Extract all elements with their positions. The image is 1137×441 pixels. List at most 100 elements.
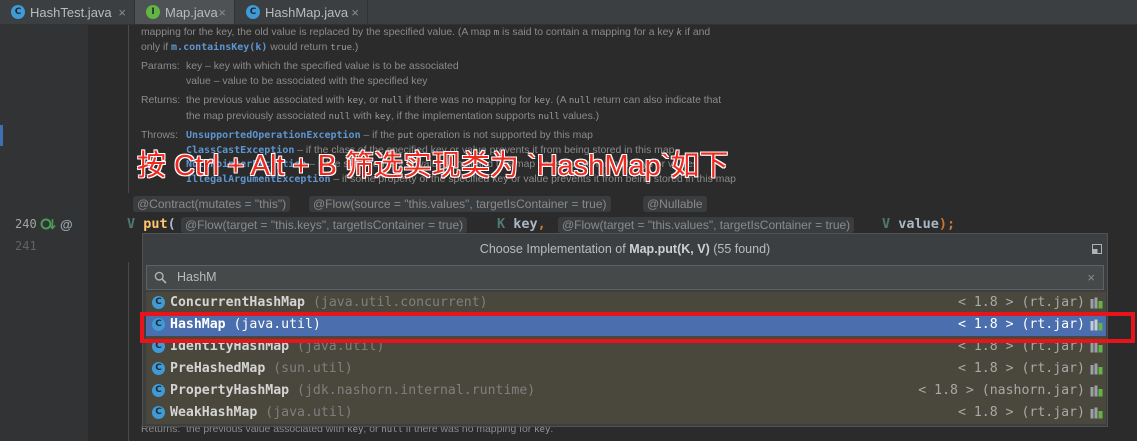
doc-text: . (A — [550, 95, 569, 106]
library-jar-icon — [1090, 363, 1103, 375]
doc-text: , if the implementation supports — [390, 111, 539, 122]
tab-label: Map.java — [165, 4, 218, 20]
annotation-icon[interactable]: @ — [60, 216, 73, 233]
package-name: (java.util.concurrent) — [312, 295, 488, 310]
doc-text: the previous value associated with — [186, 95, 348, 106]
doc-text: , or — [363, 95, 382, 106]
code-return-and-method[interactable]: V put( — [127, 216, 176, 233]
line-number: 240 — [15, 217, 37, 231]
doc-text: if and — [681, 27, 711, 38]
doc-param-value: value – value to be associated with the … — [186, 76, 428, 87]
doc-description-line: only if m.containsKey(k) would return tr… — [141, 42, 358, 54]
doc-description-line: mapping for the key, the old value is re… — [141, 27, 710, 39]
row-text: WeakHashMap (java.util) — [170, 402, 353, 424]
inlay-hint-flow-value[interactable]: @Flow(target = "this.values", targetIsCo… — [558, 217, 855, 233]
tab-label: HashMap.java — [265, 4, 349, 20]
doc-code: true — [330, 43, 352, 53]
doc-text: only if — [141, 42, 172, 53]
doc-text: if there was no mapping for — [403, 95, 535, 106]
doc-text: the map previously associated — [186, 111, 329, 122]
doc-text: with — [350, 111, 375, 122]
class-icon: C — [152, 362, 165, 375]
popup-title-count: (55 found) — [709, 242, 771, 256]
tab-label: HashTest.java — [30, 4, 112, 20]
class-name: PropertyHashMap — [170, 383, 290, 398]
class-name: ConcurrentHashMap — [170, 295, 305, 310]
doc-returns-line: the previous value associated with key, … — [186, 95, 721, 107]
implemented-icon[interactable] — [40, 217, 56, 232]
tab-map-java[interactable]: I Map.java × — [135, 0, 235, 24]
package-name: (jdk.nashorn.internal.runtime) — [297, 383, 536, 398]
inlay-hint-flow[interactable]: @Flow(source = "this.values", targetIsCo… — [309, 196, 611, 212]
doc-code: put — [397, 131, 414, 141]
popup-title-prefix: Choose Implementation of — [479, 242, 630, 256]
doc-border — [128, 262, 129, 441]
doc-text: return can also indicate that — [590, 95, 722, 106]
class-icon: C — [246, 5, 260, 19]
popup-title-method: Map.put(K, V) — [629, 242, 710, 256]
library-jar-icon — [1090, 407, 1103, 419]
parameter-name: key — [513, 216, 538, 232]
method-name: put — [143, 216, 168, 232]
doc-code: key — [347, 96, 364, 106]
library-jar-icon — [1090, 297, 1103, 309]
library-location: < 1.8 > (rt.jar) — [957, 295, 1085, 310]
search-field[interactable]: HashM × — [146, 265, 1104, 290]
doc-text: operation is not supported by this map — [413, 130, 593, 141]
inlay-hint-contract[interactable]: @Contract(mutates = "this") — [133, 196, 291, 212]
parameter-name: value — [898, 216, 939, 232]
library-location: < 1.8 > (nashorn.jar) — [918, 383, 1085, 398]
library-jar-icon — [1090, 385, 1103, 397]
doc-link[interactable]: UnsupportedOperationException — [186, 130, 361, 141]
clear-search-icon[interactable]: × — [1087, 266, 1095, 289]
inlay-hint-flow-key[interactable]: @Flow(target = "this.keys", targetIsCont… — [181, 217, 468, 233]
doc-code: key — [534, 96, 551, 106]
doc-link[interactable]: m.containsKey(k) — [171, 42, 267, 53]
doc-code: null — [328, 112, 351, 122]
type-parameter: V — [127, 216, 136, 232]
popup-title: Choose Implementation of Map.put(K, V) (… — [143, 234, 1107, 264]
row-text: PropertyHashMap (jdk.nashorn.internal.ru… — [170, 380, 535, 402]
doc-returns-line: the map previously associated null with … — [186, 111, 599, 123]
close-icon[interactable]: × — [351, 5, 359, 20]
pin-icon[interactable] — [1091, 243, 1103, 255]
doc-text: is said to contain a mapping for a key — [499, 27, 677, 38]
class-icon: C — [152, 296, 165, 309]
doc-text: .) — [352, 42, 359, 53]
search-icon — [154, 271, 167, 284]
editor-gutter[interactable] — [0, 25, 88, 441]
close-icon[interactable]: × — [218, 5, 226, 20]
class-icon: C — [152, 384, 165, 397]
gutter-change-marker[interactable] — [0, 125, 3, 146]
class-name: WeakHashMap — [170, 405, 258, 420]
implementation-row[interactable]: C ConcurrentHashMap (java.util.concurren… — [146, 292, 1106, 314]
comma: , — [537, 216, 546, 232]
editor-tab-bar: C HashTest.java × I Map.java × C HashMap… — [0, 0, 1137, 25]
close-icon[interactable]: × — [118, 5, 126, 20]
type-parameter: K — [497, 216, 506, 232]
doc-border — [128, 25, 129, 193]
doc-code: null — [538, 112, 560, 122]
implementation-row[interactable]: C PreHashedMap (sun.util) < 1.8 > (rt.ja… — [146, 358, 1106, 380]
tab-hashtest-java[interactable]: C HashTest.java × — [0, 0, 135, 24]
doc-text: – if the — [360, 130, 398, 141]
class-icon: C — [152, 406, 165, 419]
search-input[interactable]: HashM — [177, 266, 217, 289]
implementation-row[interactable]: C PropertyHashMap (jdk.nashorn.internal.… — [146, 380, 1106, 402]
doc-throws-label: Throws: — [141, 130, 178, 141]
tab-hashmap-java[interactable]: C HashMap.java × — [235, 0, 368, 24]
tutorial-annotation-text: 按 Ctrl + Alt + B 筛选实现类为 `HashMap`如下 — [137, 150, 729, 182]
row-text: ConcurrentHashMap (java.util.concurrent) — [170, 292, 488, 314]
inlay-hint-nullable[interactable]: @Nullable — [643, 196, 707, 212]
doc-code: null — [381, 96, 404, 106]
code-param-key[interactable]: K key, — [497, 216, 546, 233]
doc-code: null — [568, 96, 591, 106]
highlight-box — [140, 312, 1135, 343]
package-name: (sun.util) — [273, 361, 353, 376]
code-param-value[interactable]: V value); — [882, 216, 955, 233]
doc-code: key — [374, 112, 391, 122]
doc-params-label: Params: — [141, 61, 180, 72]
paren: ( — [167, 216, 176, 232]
doc-param-key: key – key with which the specified value… — [186, 61, 459, 72]
implementation-row[interactable]: C WeakHashMap (java.util) < 1.8 > (rt.ja… — [146, 402, 1106, 424]
